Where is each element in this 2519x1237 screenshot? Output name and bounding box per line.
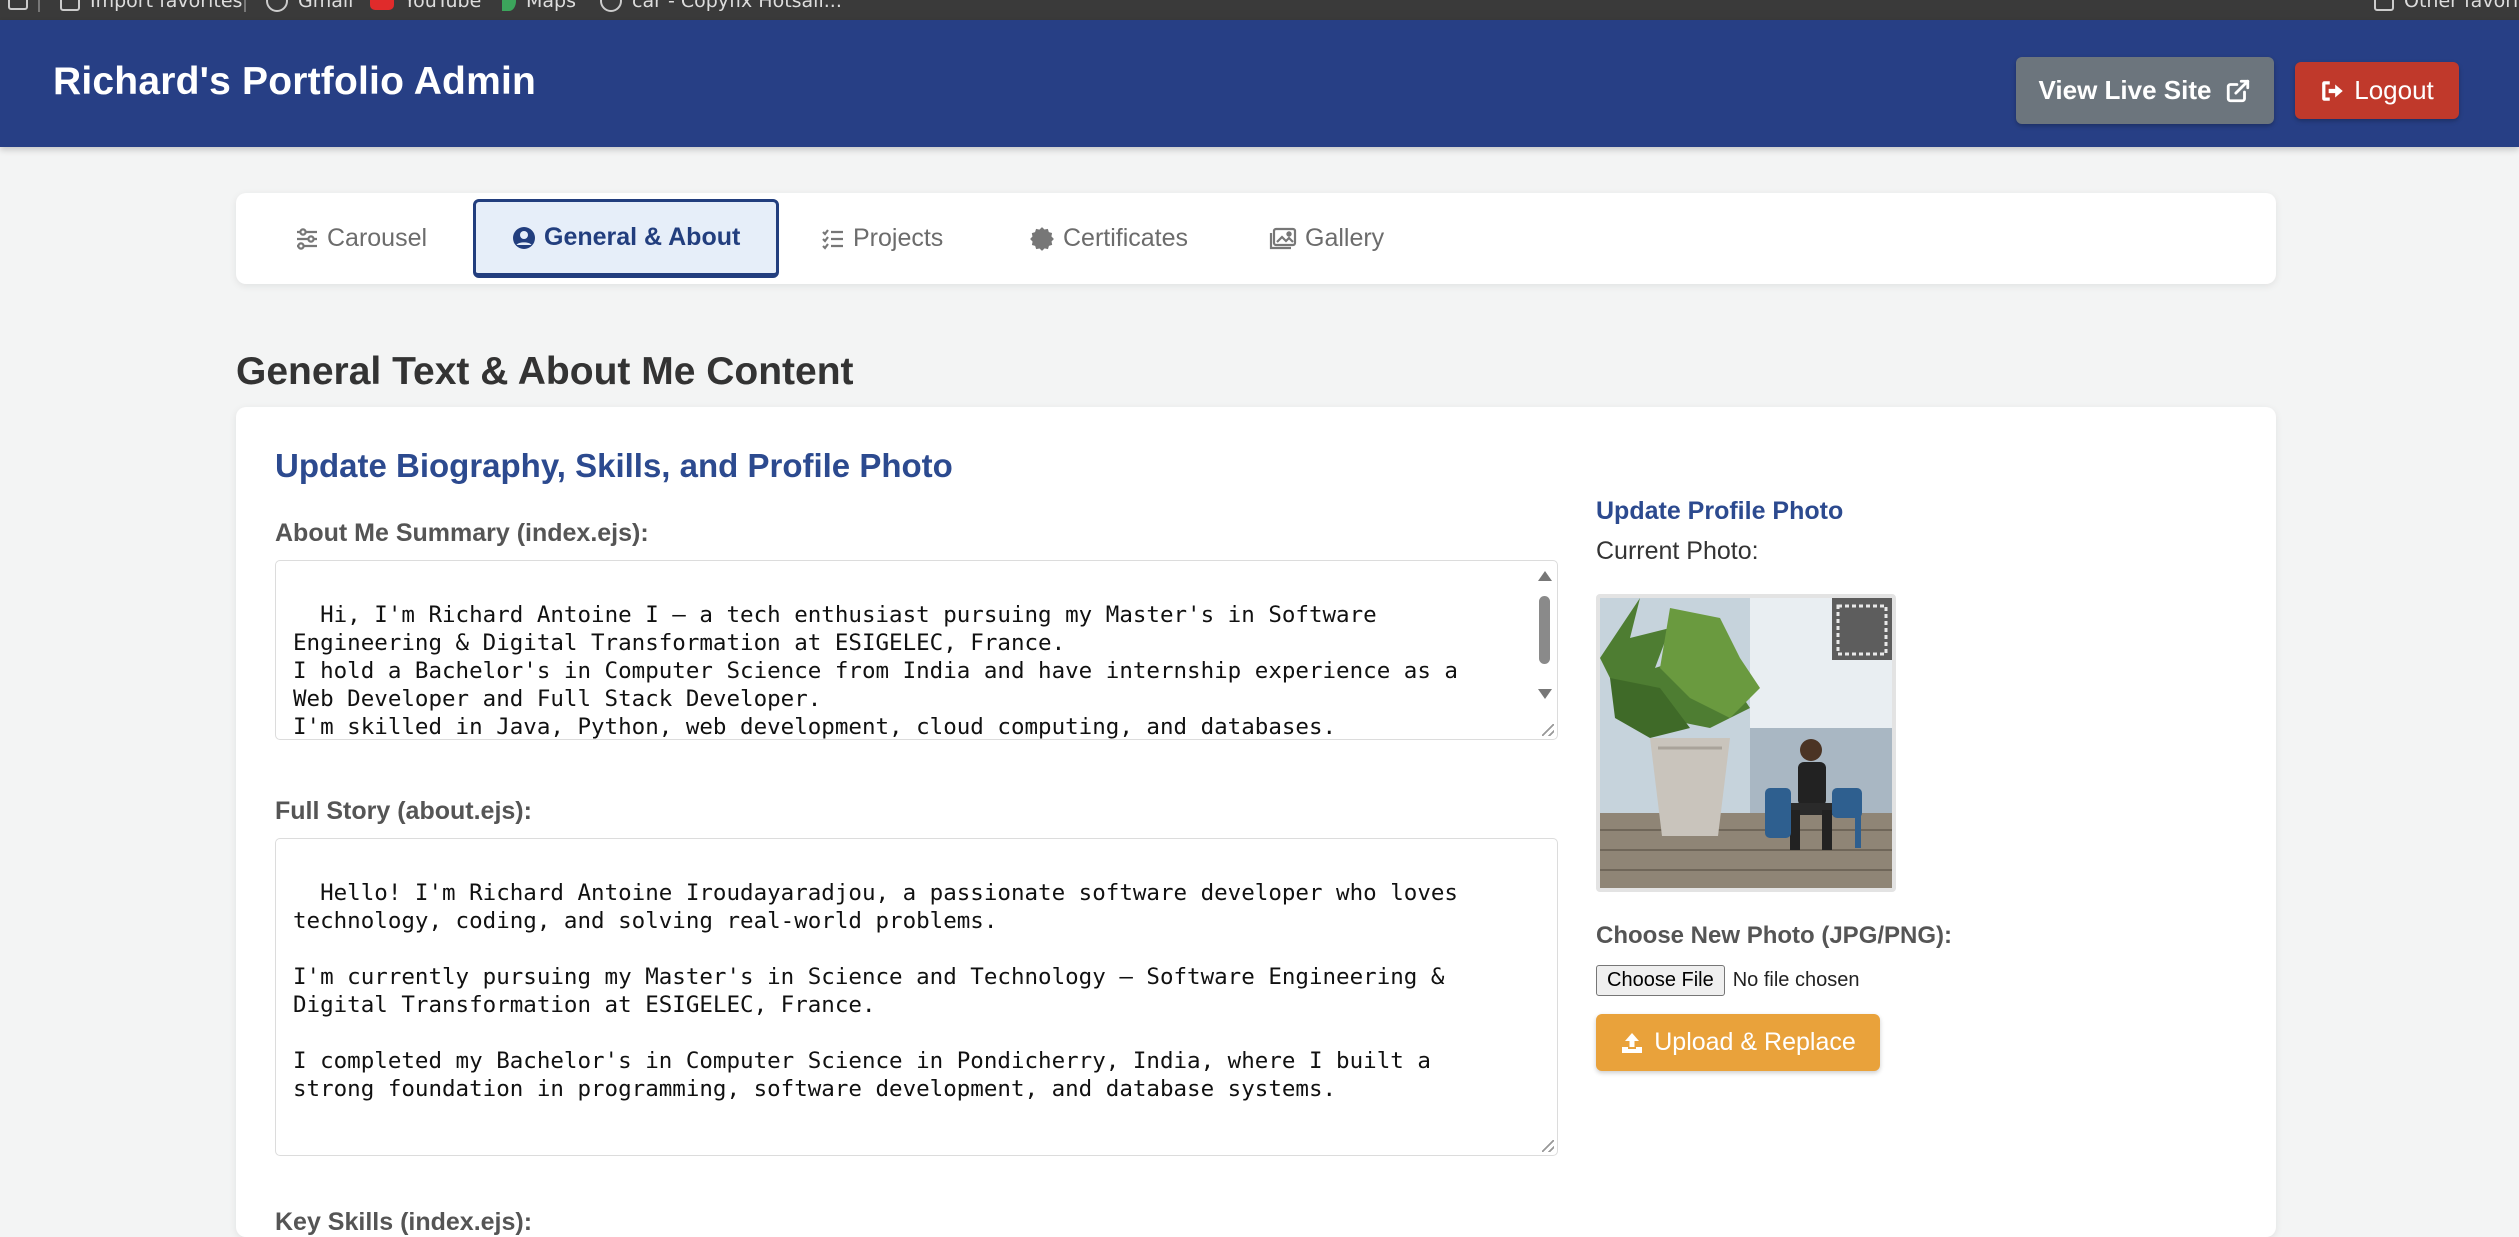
globe-icon (600, 0, 622, 12)
full-story-textarea[interactable]: Hello! I'm Richard Antoine Iroudayaradjo… (275, 838, 1558, 1156)
bookmark-label: car - Copyfix Hotsail... (632, 0, 842, 12)
profile-photo-image (1600, 598, 1892, 888)
full-story-text: Hello! I'm Richard Antoine Iroudayaradjo… (293, 880, 1458, 1102)
profile-photo-title: Update Profile Photo (1596, 497, 1844, 525)
globe-icon (266, 0, 288, 12)
upload-replace-button[interactable]: Upload & Replace (1596, 1014, 1880, 1071)
about-summary-textarea[interactable]: Hi, I'm Richard Antoine I — a tech enthu… (275, 560, 1558, 740)
admin-tabs: Carousel General & About Projects Certif… (236, 193, 2276, 284)
tab-label: General & About (544, 223, 741, 251)
upload-label: Upload & Replace (1654, 1028, 1856, 1056)
folder-icon (2374, 0, 2394, 11)
bookmark-import-favorites[interactable]: Import favorites (60, 0, 242, 12)
tab-label: Gallery (1305, 224, 1385, 252)
choose-photo-label: Choose New Photo (JPG/PNG): (1596, 922, 1953, 949)
file-input[interactable]: Choose File No file chosen (1596, 965, 1859, 996)
tab-projects[interactable]: Projects (821, 193, 943, 284)
bookmark-other-site[interactable]: car - Copyfix Hotsail... (600, 0, 842, 12)
key-skills-label: Key Skills (index.ejs): (275, 1208, 533, 1236)
user-circle-icon (513, 226, 535, 249)
logout-label: Logout (2354, 75, 2434, 105)
external-link-icon (2227, 79, 2250, 102)
tab-label: Carousel (327, 224, 428, 252)
bookmark-other-favorites[interactable]: Other favorites (2374, 0, 2519, 12)
bookmark-label: Other favorites (2404, 0, 2519, 12)
card-title: Update Biography, Skills, and Profile Ph… (275, 447, 953, 484)
tab-certificates[interactable]: Certificates (1029, 193, 1188, 284)
current-photo-label: Current Photo: (1596, 537, 1759, 565)
about-summary-text: Hi, I'm Richard Antoine I — a tech enthu… (293, 602, 1458, 740)
scroll-thumb[interactable] (1539, 596, 1550, 664)
choose-file-button[interactable]: Choose File (1596, 965, 1725, 996)
admin-header: Richard's Portfolio Admin View Live Site… (0, 20, 2519, 147)
tab-label: Certificates (1063, 224, 1189, 252)
about-summary-label: About Me Summary (index.ejs): (275, 519, 649, 547)
resize-handle-icon[interactable] (1542, 1140, 1554, 1152)
upload-icon (1622, 1032, 1643, 1053)
logout-button[interactable]: Logout (2295, 62, 2459, 119)
bookmark-menu-icon[interactable] (8, 0, 28, 10)
browser-bookmarks-bar: Import favorites Gmail YouTube Maps car … (0, 0, 2519, 20)
current-profile-photo (1596, 594, 1896, 892)
bookmark-label: Maps (526, 0, 576, 12)
images-icon (1269, 227, 1297, 249)
scroll-up-arrow-icon[interactable] (1538, 571, 1552, 581)
full-story-label: Full Story (about.ejs): (275, 797, 532, 825)
tasks-icon (822, 228, 843, 250)
bookmark-label: YouTube (404, 0, 482, 12)
certificate-icon (1030, 226, 1054, 251)
bookmark-separator (244, 0, 246, 12)
tab-gallery[interactable]: Gallery (1269, 193, 1384, 284)
brand-title: Richard's Portfolio Admin (53, 60, 537, 103)
resize-handle-icon[interactable] (1542, 724, 1554, 736)
view-live-site-label: View Live Site (2038, 75, 2212, 105)
bookmark-label: Import favorites (90, 0, 243, 12)
youtube-icon (370, 0, 394, 10)
sign-out-icon (2322, 80, 2343, 101)
bookmark-youtube[interactable]: YouTube (370, 0, 481, 12)
bookmark-gmail[interactable]: Gmail (266, 0, 353, 12)
tab-general-about[interactable]: General & About (473, 199, 780, 278)
textarea-scrollbar[interactable] (1533, 563, 1555, 737)
bookmark-separator (38, 0, 40, 12)
maps-icon (502, 0, 516, 11)
bookmark-maps[interactable]: Maps (502, 0, 576, 12)
scroll-down-arrow-icon[interactable] (1538, 689, 1552, 699)
tab-label: Projects (853, 224, 944, 252)
bookmark-label: Gmail (298, 0, 354, 12)
file-status-text: No file chosen (1732, 969, 1860, 991)
page-title: General Text & About Me Content (236, 350, 854, 393)
view-live-site-button[interactable]: View Live Site (2016, 57, 2274, 124)
tab-carousel[interactable]: Carousel (295, 193, 427, 284)
sliders-icon (297, 227, 317, 250)
import-icon (60, 0, 80, 11)
